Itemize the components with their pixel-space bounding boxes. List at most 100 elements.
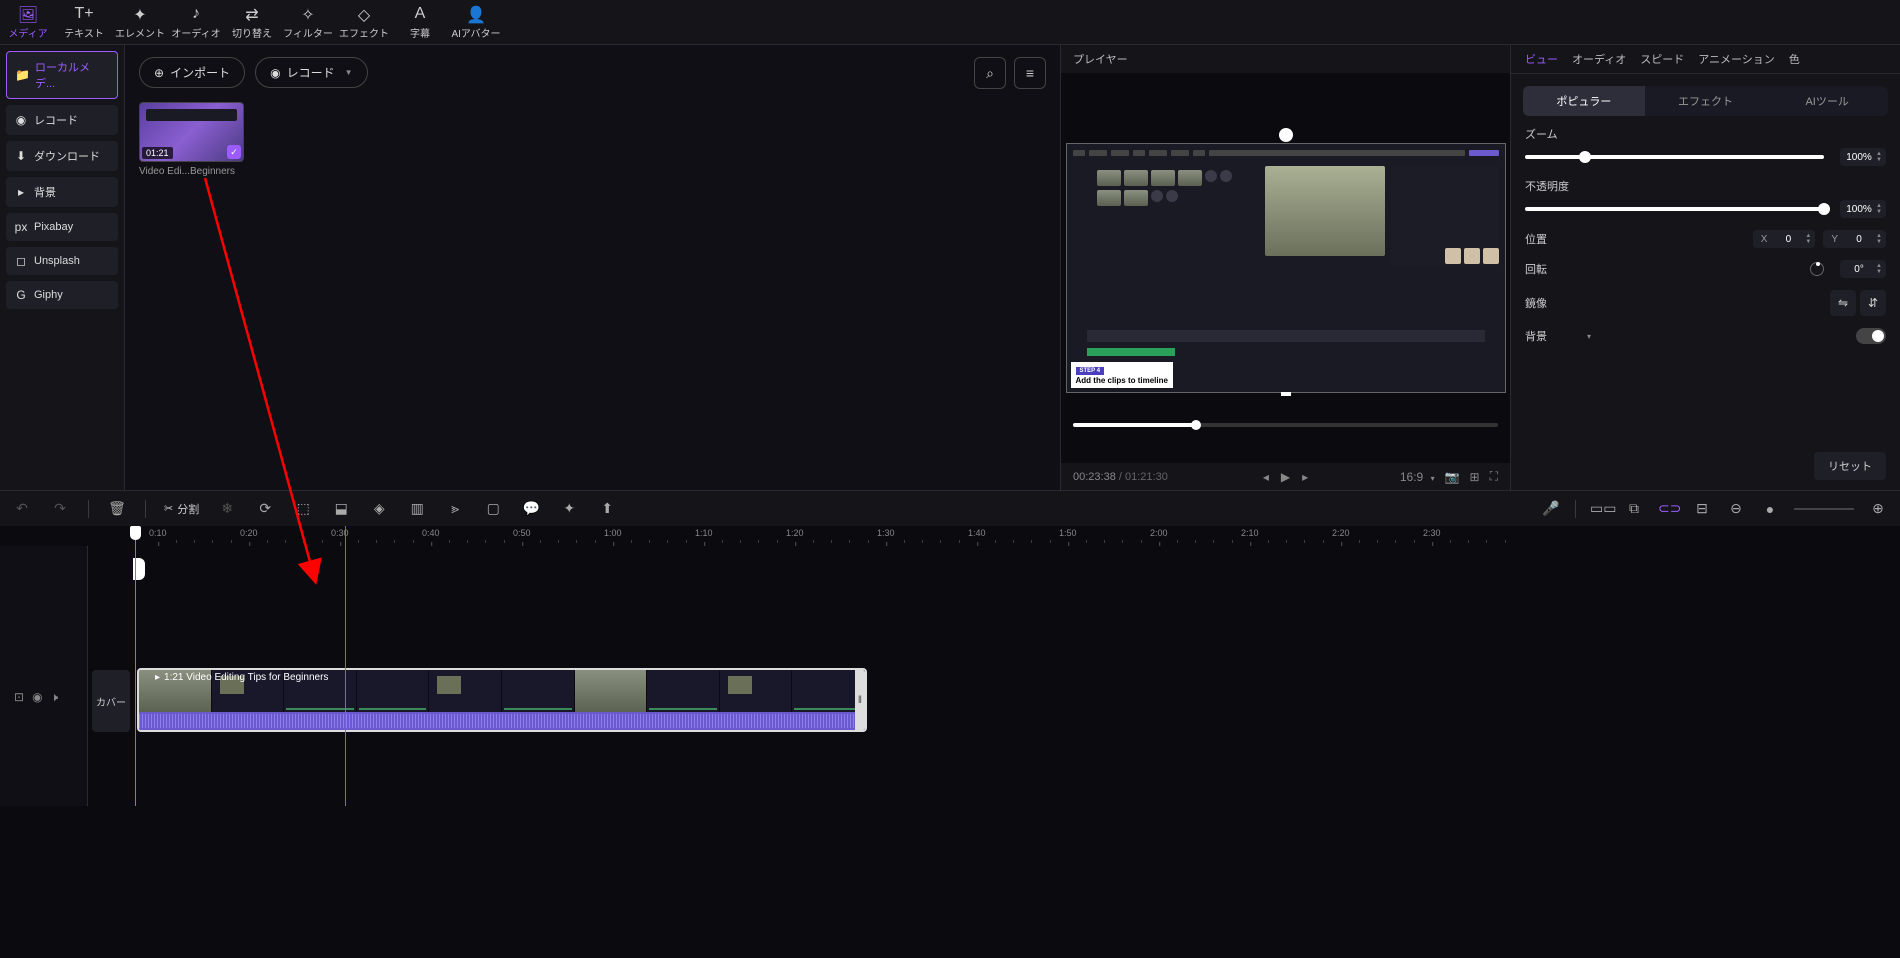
zoom-value[interactable]: ▲▼ — [1840, 148, 1886, 166]
tool-label: エフェクト — [339, 25, 389, 40]
tool-icon: ✦ — [133, 5, 146, 23]
delete-button[interactable]: 🗑 — [107, 500, 127, 517]
props-tab-4[interactable]: 色 — [1789, 51, 1800, 67]
crop-button[interactable]: ⬚ — [293, 500, 313, 517]
timeline-ruler[interactable]: 0:100:200:300:400:501:001:101:201:301:40… — [135, 526, 1900, 546]
sidebar-item-3[interactable]: ▸背景 — [6, 177, 118, 207]
ruler-tick: 1:10 — [695, 528, 713, 538]
tool-label: オーディオ — [171, 25, 220, 40]
keyframe-button[interactable]: ◈ — [369, 500, 389, 517]
search-button[interactable]: ⌕ — [974, 57, 1006, 89]
cover-button[interactable]: カバー — [92, 670, 130, 732]
sidebar-item-4[interactable]: pxPixabay — [6, 213, 118, 241]
ruler-tick: 2:10 — [1241, 528, 1259, 538]
rotation-value[interactable]: ▲▼ — [1840, 260, 1886, 278]
reverse-button[interactable]: ⪢ — [445, 500, 465, 517]
record-button[interactable]: ◉ レコード ▼ — [255, 57, 367, 88]
ruler-tick: 0:20 — [240, 528, 258, 538]
scissors-icon: ✂ — [164, 502, 173, 515]
props-tab-2[interactable]: スピード — [1640, 51, 1684, 67]
timeline-playhead[interactable] — [345, 526, 346, 806]
seek-bar[interactable] — [1073, 423, 1498, 427]
sidebar-item-5[interactable]: ◻Unsplash — [6, 247, 118, 275]
media-thumb-0[interactable]: 01:21✓Video Edi...Beginners — [139, 102, 244, 177]
import-button[interactable]: ⊕ インポート — [139, 57, 245, 88]
flip-vertical-button[interactable]: ⇵ — [1860, 290, 1886, 316]
caption-button[interactable]: 💬 — [521, 500, 541, 517]
export-clip-button[interactable]: ⬆ — [597, 500, 617, 517]
zoom-out-button[interactable]: ⊖ — [1726, 500, 1746, 517]
lock-icon[interactable]: ⊡ — [14, 690, 24, 705]
prev-frame-button[interactable]: ◂ — [1263, 470, 1269, 484]
marker2-button[interactable]: ⊟ — [1692, 500, 1712, 517]
redo-button[interactable]: ↷ — [50, 500, 70, 517]
list-icon: ≡ — [1026, 65, 1034, 81]
clip-trim-right[interactable]: ‖ — [855, 670, 865, 730]
props-tab-3[interactable]: アニメーション — [1698, 51, 1775, 67]
position-x-input[interactable]: X▲▼ — [1753, 230, 1816, 248]
aspect-ratio-select[interactable]: 16:9 ▾ — [1400, 470, 1435, 484]
zoom-in-button[interactable]: ⊕ — [1868, 500, 1888, 517]
snap-button[interactable]: ⊂⊃ — [1658, 500, 1678, 517]
top-tool-7[interactable]: A字幕 — [392, 0, 448, 44]
tool-icon: ⇄ — [245, 5, 258, 23]
snowflake-button[interactable]: ❄ — [217, 500, 237, 517]
top-tool-8[interactable]: 👤AIアバター — [448, 0, 504, 44]
source-label: レコード — [34, 112, 78, 128]
top-tool-4[interactable]: ⇄切り替え — [224, 0, 280, 44]
grid-toggle[interactable]: ⊞ — [1470, 470, 1480, 484]
background-toggle[interactable] — [1856, 328, 1886, 344]
play-button[interactable]: ▶ — [1281, 470, 1290, 484]
top-tool-0[interactable]: 🖼メディア — [0, 0, 56, 44]
next-frame-button[interactable]: ▸ — [1302, 470, 1308, 484]
top-tool-3[interactable]: ♪オーディオ — [168, 0, 224, 44]
ruler-tick: 1:20 — [786, 528, 804, 538]
rotate-handle[interactable] — [1279, 128, 1293, 142]
player-canvas[interactable]: STEP 4Add the clips to timeline — [1066, 143, 1506, 393]
opacity-value[interactable]: ▲▼ — [1840, 200, 1886, 218]
position-y-input[interactable]: Y▲▼ — [1823, 230, 1886, 248]
split-button[interactable]: ✂分割 — [164, 501, 199, 517]
magnet-button[interactable]: ▭▭ — [1590, 500, 1610, 517]
reset-button[interactable]: リセット — [1814, 452, 1886, 480]
timeline-toolbar: ↶ ↷ 🗑 ✂分割 ❄ ⟳ ⬚ ⬓ ◈ ▥ ⪢ ▢ 💬 ✦ ⬆ 🎤 ▭▭ ⧉ ⊂… — [0, 490, 1900, 526]
timeline-left-gutter: ⊡ ◉ 🕨 — [0, 546, 88, 806]
top-tool-1[interactable]: T+テキスト — [56, 0, 112, 44]
top-tool-2[interactable]: ✦エレメント — [112, 0, 168, 44]
sidebar-item-2[interactable]: ⬇ダウンロード — [6, 141, 118, 171]
mask-button[interactable]: ▢ — [483, 500, 503, 517]
sort-button[interactable]: ≡ — [1014, 57, 1046, 89]
timeline-playhead-start[interactable] — [135, 526, 136, 806]
props-tab-0[interactable]: ビュー — [1525, 51, 1558, 67]
mute-icon[interactable]: 🕨 — [51, 690, 59, 705]
speed-button[interactable]: ⟳ — [255, 500, 275, 517]
enhance-button[interactable]: ✦ — [559, 500, 579, 517]
seek-knob[interactable] — [1191, 420, 1201, 430]
props-tab-1[interactable]: オーディオ — [1572, 51, 1626, 67]
mirror-button[interactable]: ▥ — [407, 500, 427, 517]
opacity-slider[interactable] — [1525, 207, 1824, 211]
props-subtab-2[interactable]: AIツール — [1766, 86, 1888, 116]
tool-icon: T+ — [74, 5, 93, 23]
zoom-slider-dot[interactable]: ● — [1760, 501, 1780, 517]
zoom-slider[interactable] — [1525, 155, 1824, 159]
source-label: Unsplash — [34, 255, 80, 267]
top-tool-5[interactable]: ✧フィルター — [280, 0, 336, 44]
eye-icon[interactable]: ◉ — [32, 690, 42, 705]
snapshot-button[interactable]: 📷 — [1445, 470, 1460, 484]
timeline-clip[interactable]: ‖ ▸1:21 Video Editing Tips for Beginners — [137, 668, 867, 732]
flip-horizontal-button[interactable]: ⇋ — [1830, 290, 1856, 316]
link-button[interactable]: ⧉ — [1624, 500, 1644, 517]
sidebar-item-6[interactable]: GGiphy — [6, 281, 118, 309]
media-source-sidebar: 📁ローカルメデ... ◉レコード ⬇ダウンロード ▸背景 pxPixabay ◻Unspl… — [0, 45, 125, 490]
voiceover-button[interactable]: 🎤 — [1541, 500, 1561, 517]
undo-button[interactable]: ↶ — [12, 500, 32, 517]
rotation-dial[interactable] — [1810, 262, 1824, 276]
fullscreen-button[interactable]: ⛶ — [1490, 469, 1498, 484]
marker-button[interactable]: ⬓ — [331, 500, 351, 517]
top-tool-6[interactable]: ◇エフェクト — [336, 0, 392, 44]
props-subtab-0[interactable]: ポピュラー — [1523, 86, 1645, 116]
props-subtab-1[interactable]: エフェクト — [1645, 86, 1767, 116]
sidebar-item-1[interactable]: ◉レコード — [6, 105, 118, 135]
sidebar-item-0[interactable]: 📁ローカルメデ... — [6, 51, 118, 99]
